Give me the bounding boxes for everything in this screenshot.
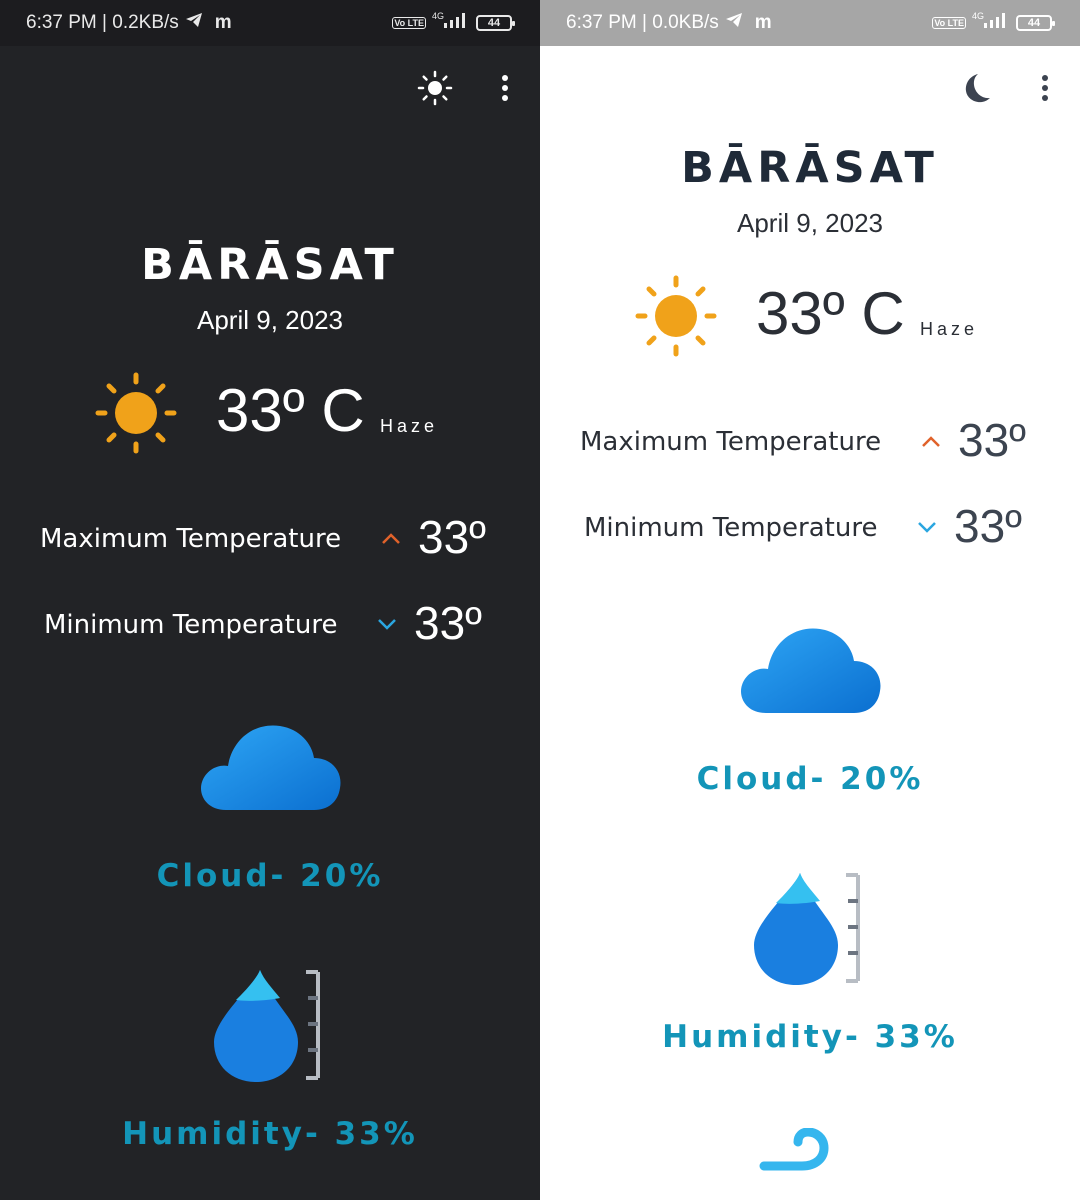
battery-icon: 44 <box>1016 15 1055 31</box>
status-right: Vo LTE 4G 44 <box>392 11 515 35</box>
signal-icon: 4G <box>432 11 470 35</box>
battery-icon: 44 <box>476 15 515 31</box>
volte-icon: Vo LTE <box>392 17 426 29</box>
cloud-icon <box>201 725 341 810</box>
chevron-up-icon <box>922 436 940 447</box>
max-temperature-value: 33º <box>418 511 486 563</box>
date-text: April 9, 2023 <box>197 305 343 335</box>
network-type-text: 4G <box>432 11 444 21</box>
light-theme-screen: 6:37 PM | 0.0KB/s m Vo LTE 4G 44 BĀRĀSAT… <box>540 0 1080 1200</box>
humidity-percentage: Humidity- 33% <box>122 1116 418 1152</box>
min-temperature-label: Minimum Temperature <box>44 610 338 640</box>
min-temperature-value: 33º <box>954 500 1022 552</box>
current-temperature: 33º C <box>756 280 905 347</box>
min-temperature-row: Minimum Temperature 33º <box>540 499 1080 559</box>
chevron-up-icon <box>382 533 400 544</box>
city-name: BĀRĀSAT <box>681 143 939 193</box>
status-left: 6:37 PM | 0.0KB/s m <box>566 12 772 34</box>
humidity-drop-icon <box>754 873 860 985</box>
cloud-icon <box>741 628 881 713</box>
cloud-percentage: Cloud- 20% <box>156 858 384 894</box>
theme-toggle-button[interactable] <box>415 68 455 108</box>
min-temperature-label: Minimum Temperature <box>584 513 878 543</box>
weather-sun-icon <box>635 275 717 357</box>
humidity-drop-icon <box>214 970 320 1082</box>
more-vert-icon <box>502 75 508 101</box>
date-text: April 9, 2023 <box>737 208 883 238</box>
m-app-icon: m <box>754 12 772 33</box>
telegram-icon <box>725 12 743 34</box>
chevron-down-icon <box>918 522 936 533</box>
min-temperature-row: Minimum Temperature 33º <box>0 596 540 656</box>
overflow-menu-button[interactable] <box>1025 68 1065 108</box>
moon-icon <box>965 74 990 103</box>
current-weather-row: 33º C Haze <box>0 370 540 460</box>
max-temperature-row: Maximum Temperature 33º <box>540 413 1080 473</box>
volte-icon: Vo LTE <box>932 17 966 29</box>
dark-theme-screen: 6:37 PM | 0.2KB/s m Vo LTE 4G 44 BĀRĀSAT… <box>0 0 540 1200</box>
cloud-percentage: Cloud- 20% <box>696 761 924 797</box>
humidity-percentage: Humidity- 33% <box>662 1019 958 1055</box>
overflow-menu-button[interactable] <box>485 68 525 108</box>
max-temperature-row: Maximum Temperature 33º <box>0 510 540 570</box>
chevron-down-icon <box>378 619 396 630</box>
wind-icon <box>759 1128 829 1171</box>
more-vert-icon <box>1042 75 1048 101</box>
status-time: 6:37 PM | 0.0KB/s <box>566 12 719 33</box>
status-time: 6:37 PM | 0.2KB/s <box>26 12 179 33</box>
city-name: BĀRĀSAT <box>141 240 399 290</box>
status-left: 6:37 PM | 0.2KB/s m <box>26 12 232 34</box>
current-weather-row: 33º C Haze <box>540 273 1080 363</box>
telegram-icon <box>185 12 203 34</box>
weather-condition: Haze <box>920 319 979 339</box>
current-temperature: 33º C <box>216 377 365 444</box>
screens-container: 6:37 PM | 0.2KB/s m Vo LTE 4G 44 BĀRĀSAT… <box>0 0 1080 1200</box>
status-right: Vo LTE 4G 44 <box>932 11 1055 35</box>
min-temperature-value: 33º <box>414 597 482 649</box>
network-type-text: 4G <box>972 11 984 21</box>
max-temperature-label: Maximum Temperature <box>580 427 882 457</box>
sun-icon <box>417 70 453 106</box>
status-bar: 6:37 PM | 0.2KB/s m Vo LTE 4G 44 <box>0 0 540 46</box>
max-temperature-value: 33º <box>958 414 1026 466</box>
signal-icon: 4G <box>972 11 1010 35</box>
max-temperature-label: Maximum Temperature <box>40 524 342 554</box>
status-bar: 6:37 PM | 0.0KB/s m Vo LTE 4G 44 <box>540 0 1080 46</box>
m-app-icon: m <box>214 12 232 33</box>
weather-condition: Haze <box>380 416 439 436</box>
weather-sun-icon <box>95 372 177 454</box>
theme-toggle-button[interactable] <box>955 68 995 108</box>
